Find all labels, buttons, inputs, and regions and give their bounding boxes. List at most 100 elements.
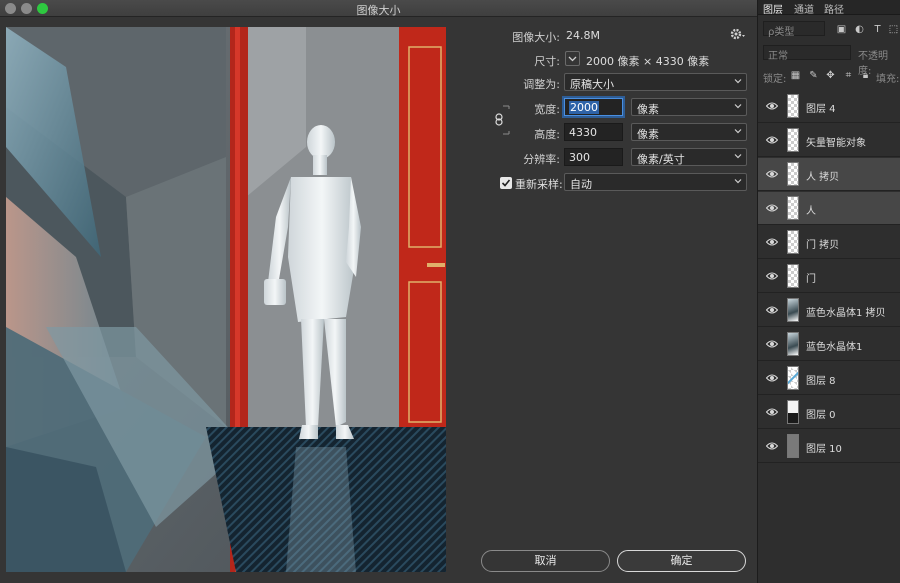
resample-value: 自动 — [570, 178, 592, 191]
layer-row[interactable]: 图层 4 — [758, 90, 900, 123]
layer-thumbnail — [787, 434, 799, 458]
layer-thumbnail — [787, 264, 799, 288]
tab-channels[interactable]: 通道 — [794, 1, 814, 16]
filter-pixel-icon[interactable]: ▣ — [836, 24, 847, 35]
visibility-eye-icon[interactable] — [766, 169, 778, 179]
visibility-eye-icon[interactable] — [766, 441, 778, 451]
height-unit-select[interactable]: 像素 — [631, 123, 747, 141]
blend-mode-select[interactable]: 正常 — [763, 45, 851, 62]
dimensions-dropdown-icon[interactable] — [565, 51, 580, 66]
layer-name: 人 拷贝 — [806, 172, 840, 183]
image-size-value: 24.8M — [566, 29, 600, 42]
resample-checkbox[interactable] — [500, 177, 512, 189]
layer-name: 图层 8 — [806, 376, 836, 387]
fill-label: 填充: — [876, 74, 900, 85]
resolution-unit-select[interactable]: 像素/英寸 — [631, 148, 747, 166]
layer-row[interactable]: 门 — [758, 260, 900, 293]
resample-label: 重新采样: — [515, 178, 563, 191]
layer-row[interactable]: 蓝色水晶体1 拷贝 — [758, 294, 900, 327]
layers-panel: 图层 通道 路径 ρ类型 ▣ ◐ T ⬚ 正常 不透明度: 锁定: ▦ ✎ ✥ … — [757, 0, 900, 583]
dimensions-value: 2000 像素 × 4330 像素 — [586, 55, 710, 68]
fit-to-label: 调整为: — [523, 78, 560, 91]
ok-button[interactable]: 确定 — [617, 550, 746, 572]
layer-row[interactable]: 门 拷贝 — [758, 226, 900, 259]
panel-tabs: 图层 通道 路径 — [758, 0, 900, 16]
lock-all-icon[interactable]: 🔒︎ — [860, 70, 871, 81]
image-size-label: 图像大小: — [512, 31, 560, 44]
preview-artwork — [6, 27, 446, 572]
cancel-button[interactable]: 取消 — [481, 550, 610, 572]
lock-paint-icon[interactable]: ✎ — [808, 70, 819, 81]
tab-layers[interactable]: 图层 — [763, 1, 783, 16]
visibility-eye-icon[interactable] — [766, 101, 778, 111]
visibility-eye-icon[interactable] — [766, 271, 778, 281]
title-bar: 图像大小 — [0, 0, 757, 17]
visibility-eye-icon[interactable] — [766, 305, 778, 315]
filter-type-icon[interactable]: T — [872, 24, 883, 35]
layer-filter-select[interactable]: ρ类型 — [763, 21, 825, 38]
fit-to-value: 原稿大小 — [570, 78, 614, 91]
layer-thumbnail — [787, 128, 799, 152]
layer-row[interactable]: 矢量智能对象 — [758, 124, 900, 157]
layer-name: 图层 4 — [806, 104, 836, 115]
layer-row[interactable]: 图层 8 — [758, 362, 900, 395]
image-preview[interactable] — [6, 27, 446, 572]
width-value: 2000 — [569, 101, 599, 114]
layer-thumbnail — [787, 332, 799, 356]
layer-name: 门 — [806, 274, 816, 285]
lock-move-icon[interactable]: ✥ — [825, 70, 836, 81]
filter-shape-icon[interactable]: ⬚ — [888, 24, 899, 35]
resample-select[interactable]: 自动 — [564, 173, 747, 191]
visibility-eye-icon[interactable] — [766, 339, 778, 349]
width-label: 宽度: — [534, 103, 560, 116]
height-label: 高度: — [534, 128, 560, 141]
layer-thumbnail — [787, 298, 799, 322]
layer-name: 图层 10 — [806, 444, 842, 455]
width-unit-select[interactable]: 像素 — [631, 98, 747, 116]
height-unit-value: 像素 — [637, 128, 659, 141]
visibility-eye-icon[interactable] — [766, 237, 778, 247]
chevron-down-icon — [734, 79, 742, 84]
layer-name: 图层 0 — [806, 410, 836, 421]
width-input[interactable]: 2000 — [564, 98, 623, 116]
settings-gear-icon[interactable] — [730, 27, 746, 41]
width-unit-value: 像素 — [637, 103, 659, 116]
layer-thumbnail — [787, 94, 799, 118]
visibility-eye-icon[interactable] — [766, 373, 778, 383]
tab-paths[interactable]: 路径 — [824, 1, 844, 16]
chevron-down-icon — [734, 104, 742, 109]
lock-artboard-icon[interactable]: ⌗ — [843, 70, 854, 81]
lock-label: 锁定: — [763, 74, 787, 85]
chevron-down-icon — [734, 129, 742, 134]
layer-thumbnail — [787, 230, 799, 254]
visibility-eye-icon[interactable] — [766, 135, 778, 145]
visibility-eye-icon[interactable] — [766, 407, 778, 417]
resolution-unit-value: 像素/英寸 — [637, 153, 685, 166]
filter-adjustment-icon[interactable]: ◐ — [854, 24, 865, 35]
height-input[interactable]: 4330 — [564, 123, 623, 141]
layer-name: 蓝色水晶体1 — [806, 342, 863, 353]
layer-name: 门 拷贝 — [806, 240, 840, 251]
layer-thumbnail — [787, 400, 799, 424]
resolution-input[interactable]: 300 — [564, 148, 623, 166]
layer-name: 人 — [806, 206, 816, 217]
chevron-down-icon — [734, 154, 742, 159]
layer-row[interactable]: 人 拷贝 — [758, 158, 900, 191]
layer-row[interactable]: 图层 10 — [758, 430, 900, 463]
lock-transparent-icon[interactable]: ▦ — [790, 70, 801, 81]
dimensions-label: 尺寸: — [534, 55, 560, 68]
layer-thumbnail — [787, 162, 799, 186]
image-size-dialog: 图像大小 图像大小: 24.8M 尺寸: 2000 像素 × 4330 像素 调… — [0, 0, 757, 583]
layer-thumbnail — [787, 196, 799, 220]
layer-name: 矢量智能对象 — [806, 138, 866, 149]
layer-row[interactable]: 人 — [758, 192, 900, 225]
layer-row[interactable]: 图层 0 — [758, 396, 900, 429]
resolution-value: 300 — [569, 151, 590, 164]
height-value: 4330 — [569, 126, 597, 139]
visibility-eye-icon[interactable] — [766, 203, 778, 213]
layer-row[interactable]: 蓝色水晶体1 — [758, 328, 900, 361]
fit-to-select[interactable]: 原稿大小 — [564, 73, 747, 91]
checkmark-icon — [501, 179, 511, 187]
layer-name: 蓝色水晶体1 拷贝 — [806, 308, 886, 319]
resolution-label: 分辨率: — [523, 153, 560, 166]
